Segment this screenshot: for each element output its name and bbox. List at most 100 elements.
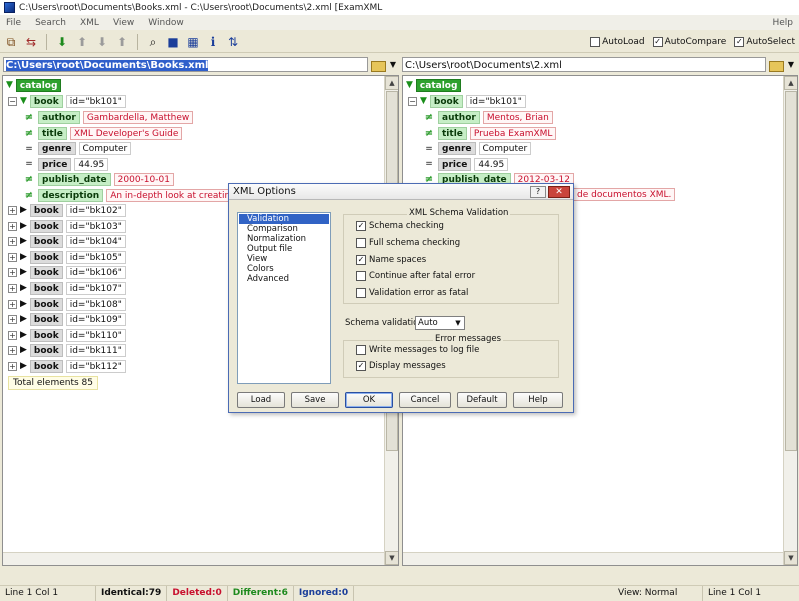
save-icon[interactable]: ■ (166, 35, 180, 49)
chevron-down-icon[interactable]: ▼ (388, 60, 398, 69)
tree-book-row[interactable]: + ▶ book id="bk105" (8, 250, 126, 265)
close-icon[interactable]: ✕ (548, 185, 570, 198)
expand-icon[interactable]: + (8, 206, 17, 215)
open-folder-icon[interactable] (371, 58, 386, 72)
category-item-advanced[interactable]: Advanced (239, 274, 329, 284)
option-checkbox[interactable]: ✓ Name spaces (356, 254, 426, 265)
option-checkbox[interactable]: Write messages to log file (356, 345, 479, 355)
menu-window[interactable]: Window (148, 18, 184, 28)
expand-icon[interactable]: + (8, 221, 17, 231)
expand-icon[interactable]: + (8, 346, 17, 356)
category-item-comparison[interactable]: Comparison (239, 224, 329, 234)
scroll-up-icon[interactable]: ▲ (385, 76, 398, 90)
open-folder-icon[interactable] (769, 58, 784, 72)
tree-book-row[interactable]: + ▶ book id="bk107" (8, 281, 126, 296)
tree-field-row[interactable]: ≠ author Mentos, Brian (423, 110, 553, 125)
collapsed-icon[interactable]: ▶ (20, 221, 27, 231)
expanded-icon[interactable]: ▼ (420, 97, 427, 106)
checkbox-box[interactable]: ✓ (652, 36, 663, 47)
collapsed-icon[interactable]: ▶ (20, 346, 27, 355)
up-alt-icon[interactable]: ⬆ (115, 35, 129, 49)
tree-book-row[interactable]: + ▶ book id="bk110" (8, 328, 126, 343)
left-path-field[interactable]: C:\Users\root\Documents\Books.xml (3, 56, 368, 72)
tree-field-row[interactable]: ≠ title XML Developer's Guide (23, 126, 183, 141)
checkbox-box[interactable]: ✓ (356, 361, 366, 371)
checkbox-box[interactable] (356, 271, 366, 282)
collapsed-icon[interactable]: ▶ (20, 268, 27, 277)
right-horizontal-scrollbar[interactable] (403, 552, 783, 565)
up-icon[interactable]: ⬆ (75, 35, 89, 49)
checkbox-box[interactable] (356, 288, 366, 299)
checkbox-box[interactable]: ✓ (356, 254, 366, 265)
right-path-field[interactable]: C:\Users\root\Documents\2.xml (402, 56, 766, 72)
grid-icon[interactable]: ▦ (186, 35, 200, 49)
tree-book-row[interactable]: + ▶ book id="bk109" (8, 312, 126, 327)
scroll-up-icon[interactable]: ▲ (784, 76, 797, 90)
collapsed-icon[interactable]: ▶ (20, 284, 27, 293)
tree-book-row[interactable]: + ▶ book id="bk111" (8, 343, 126, 358)
collapse-icon[interactable]: − (408, 97, 417, 106)
collapse-icon[interactable]: − (8, 97, 17, 106)
merge-icon[interactable]: ⇆ (24, 35, 38, 49)
tree-book-row[interactable]: − ▼ book id="bk101" (408, 94, 526, 109)
help-button[interactable]: Help (513, 392, 563, 408)
autoselect-checkbox[interactable]: ✓ AutoSelect (734, 36, 795, 47)
compare-icon[interactable]: ⧉ (4, 35, 18, 49)
tree-field-row[interactable]: ≠ author Gambardella, Matthew (23, 110, 194, 125)
collapsed-icon[interactable]: ▶ (20, 252, 27, 262)
chevron-down-icon[interactable]: ▼ (453, 318, 463, 328)
right-vertical-scrollbar[interactable]: ▲ ▼ (783, 76, 797, 565)
collapsed-icon[interactable]: ▶ (20, 330, 27, 340)
tree-field-row[interactable]: de documentos XML. (573, 187, 676, 202)
checkbox-box[interactable] (590, 36, 601, 47)
category-item-validation[interactable]: Validation (239, 214, 329, 224)
expanded-icon[interactable]: ▼ (20, 97, 27, 106)
checkbox-box[interactable]: ✓ (356, 221, 366, 231)
tree-book-row[interactable]: + ▶ book id="bk103" (8, 219, 126, 234)
tree-book-row[interactable]: + ▶ book id="bk102" (8, 203, 126, 218)
left-horizontal-scrollbar[interactable] (3, 552, 384, 565)
tree-field-row[interactable]: = price 44.95 (423, 157, 509, 172)
expanded-icon[interactable]: ▼ (406, 81, 413, 90)
tree-field-row[interactable]: ≠ title Prueba ExamXML (423, 126, 557, 141)
expand-icon[interactable]: + (8, 299, 17, 309)
collapsed-icon[interactable]: ▶ (20, 362, 27, 371)
tree-book-row[interactable]: − ▼ book id="bk101" (8, 94, 126, 109)
scroll-thumb[interactable] (785, 91, 797, 451)
find-icon[interactable]: ⌕ (146, 35, 160, 49)
collapsed-icon[interactable]: ▶ (20, 315, 27, 324)
expand-icon[interactable]: + (8, 362, 17, 371)
category-item-view[interactable]: View (239, 254, 329, 264)
option-checkbox[interactable]: Validation error as fatal (356, 288, 468, 299)
expand-icon[interactable]: + (8, 315, 17, 325)
expand-icon[interactable]: + (8, 268, 17, 278)
tree-book-row[interactable]: + ▶ book id="bk108" (8, 297, 126, 312)
option-checkbox[interactable]: ✓ Schema checking (356, 221, 444, 231)
category-item-output-file[interactable]: Output file (239, 244, 329, 254)
save-button[interactable]: Save (291, 392, 339, 408)
checkbox-box[interactable] (356, 345, 366, 355)
category-item-colors[interactable]: Colors (239, 264, 329, 274)
menu-file[interactable]: File (6, 18, 21, 28)
expanded-icon[interactable]: ▼ (6, 81, 13, 90)
collapsed-icon[interactable]: ▶ (20, 237, 27, 246)
tree-root-row[interactable]: ▼ catalog (6, 78, 62, 93)
next-down-icon[interactable]: ⬇ (55, 35, 69, 49)
expand-icon[interactable]: + (8, 252, 17, 262)
cancel-button[interactable]: Cancel (399, 392, 451, 408)
tree-book-row[interactable]: + ▶ book id="bk112" (8, 359, 126, 374)
autoload-checkbox[interactable]: AutoLoad (590, 36, 645, 47)
checkbox-box[interactable]: ✓ (734, 36, 745, 47)
load-button[interactable]: Load (237, 392, 285, 408)
menu-help[interactable]: Help (772, 18, 793, 28)
checkbox-box[interactable] (356, 237, 366, 248)
sort-icon[interactable]: ⇅ (226, 35, 240, 49)
expand-icon[interactable]: + (8, 330, 17, 340)
collapsed-icon[interactable]: ▶ (20, 299, 27, 309)
option-checkbox[interactable]: Full schema checking (356, 237, 460, 248)
expand-icon[interactable]: + (8, 284, 17, 293)
tree-field-row[interactable]: ≠ publish_date 2000-10-01 (23, 172, 174, 187)
category-list[interactable]: Validation Comparison Normalization Outp… (237, 212, 331, 384)
tree-root-row[interactable]: ▼ catalog (406, 78, 462, 93)
autocompare-checkbox[interactable]: ✓ AutoCompare (652, 36, 726, 47)
